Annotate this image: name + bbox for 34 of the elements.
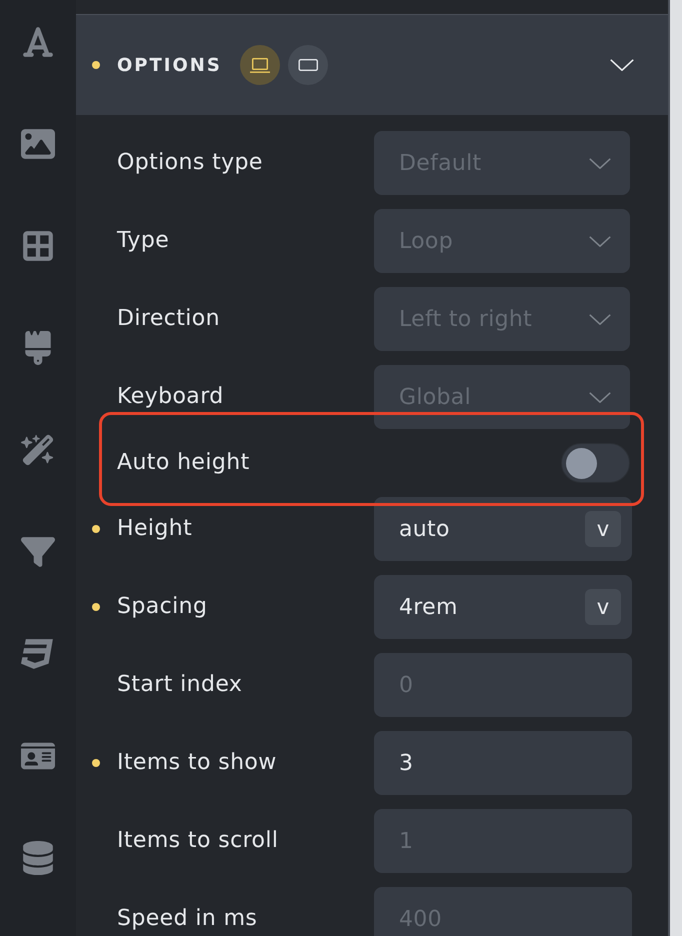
field-label: Speed in ms: [117, 906, 258, 932]
chevron-down-icon: [589, 314, 611, 324]
chevron-down-icon: [589, 158, 611, 168]
field-label: Items to show: [117, 750, 278, 776]
font-icon[interactable]: [21, 25, 55, 59]
device-button[interactable]: [240, 45, 280, 85]
unit-button[interactable]: v: [585, 589, 621, 625]
filter-icon[interactable]: [21, 535, 55, 569]
rectangle-icon: [298, 59, 318, 71]
grid-icon[interactable]: [21, 229, 55, 263]
database-icon[interactable]: [21, 841, 55, 875]
image-icon[interactable]: [21, 127, 55, 161]
field-label: Direction: [117, 306, 221, 332]
field-label: Options type: [117, 150, 264, 176]
unit-button[interactable]: v: [585, 511, 621, 547]
field-label: Start index: [117, 672, 244, 698]
chevron-down-icon: [589, 392, 611, 402]
field-label: Keyboard: [117, 384, 225, 410]
css3-icon[interactable]: [21, 637, 55, 671]
section-title: OPTIONS: [117, 54, 222, 76]
toggle-switch[interactable]: [561, 443, 630, 483]
field-label: Type: [117, 228, 170, 254]
laptop-icon: [250, 58, 270, 72]
field-label: Height: [117, 516, 194, 542]
field-label: Items to scroll: [117, 828, 280, 854]
input-field[interactable]: 3: [374, 731, 632, 795]
chevron-down-icon: [589, 236, 611, 246]
collapse-button[interactable]: [610, 59, 634, 71]
field-label: Spacing: [117, 594, 208, 620]
magic-wand-icon[interactable]: [21, 433, 55, 467]
input-field[interactable]: auto v: [374, 497, 632, 561]
input-field[interactable]: 4rem v: [374, 575, 632, 639]
field-label: Auto height: [117, 450, 251, 476]
device-button[interactable]: [288, 45, 328, 85]
